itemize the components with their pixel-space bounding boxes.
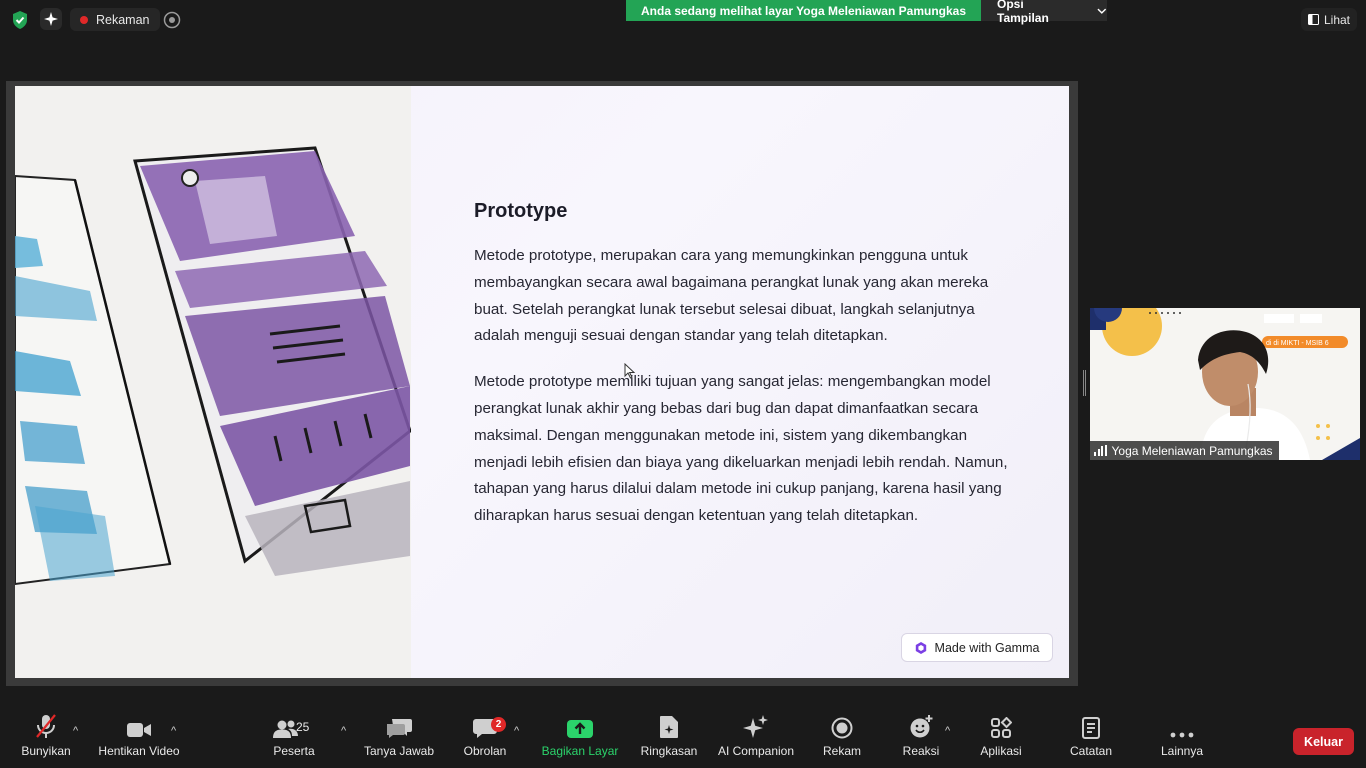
view-options-dropdown[interactable]: Opsi Tampilan [981,0,1107,25]
video-background-text: di di MIKTI - MSIB 6 [1266,340,1329,347]
view-options-label: Opsi Tampilan [997,0,1049,25]
summary-button[interactable]: Ringkasan [638,711,700,768]
reactions-smiley-icon [909,711,933,741]
panel-resize-handle[interactable] [1083,370,1086,396]
made-with-gamma-badge[interactable]: Made with Gamma [901,633,1053,662]
more-dots-icon [1170,711,1194,741]
notes-icon [1082,711,1100,741]
recording-label: Rekaman [96,12,150,27]
reactions-label: Reaksi [902,744,940,758]
audio-options-caret-icon[interactable]: ^ [73,725,78,737]
chat-unread-badge: 2 [491,717,506,732]
share-screen-label: Bagikan Layar [541,744,619,758]
leave-meeting-button[interactable]: Keluar [1293,728,1354,755]
slide-paragraph: Metode prototype, merupakan cara yang me… [474,247,989,345]
security-shield-icon[interactable] [10,10,30,30]
slide-title: Prototype [474,200,568,222]
ai-sparkle-icon[interactable] [40,8,62,30]
apps-label: Aplikasi [980,744,1022,758]
participant-name: Yoga Meleniawan Pamungkas [1111,443,1273,458]
chat-label: Obrolan [463,744,507,758]
reactions-options-caret-icon[interactable]: ^ [945,725,950,737]
view-label: Lihat [1323,12,1351,27]
recording-dot-icon [80,15,88,24]
share-screen-icon [567,711,593,741]
gamma-badge-label: Made with Gamma [934,640,1040,655]
view-button[interactable]: Lihat [1301,8,1357,31]
recording-indicator[interactable]: Rekaman [70,8,160,31]
video-camera-icon [126,711,152,741]
ai-companion-sparkle-icon [743,711,769,741]
shared-screen-slide: Prototype Metode prototype, merupakan ca… [15,86,1069,678]
unmute-label: Bunyikan [21,744,71,758]
participants-options-caret-icon[interactable]: ^ [341,725,346,737]
record-icon [831,711,853,741]
apps-icon [990,711,1012,741]
qa-button[interactable]: Tanya Jawab [363,711,435,768]
summary-document-icon [659,711,679,741]
participant-name-tag: Yoga Meleniawan Pamungkas [1090,441,1279,460]
stop-video-label: Hentikan Video [98,744,180,758]
viewing-screen-banner: Anda sedang melihat layar Yoga Meleniawa… [626,0,981,21]
qa-label: Tanya Jawab [363,744,435,758]
microphone-muted-icon [34,711,58,741]
participants-label: Peserta [273,744,315,758]
top-bar: Rekaman Anda sedang melihat layar Yoga M… [0,0,1366,40]
ai-companion-label: AI Companion [717,744,795,758]
gamma-logo-icon [915,641,926,654]
more-button[interactable]: Lainnya [1156,711,1208,768]
participants-button[interactable]: 25 Peserta [268,711,320,768]
stop-video-button[interactable]: Hentikan Video [96,711,182,768]
more-label: Lainnya [1160,744,1204,758]
wireframe-sketch-image [15,86,411,678]
participant-video-tile[interactable]: di di MIKTI - MSIB 6 Yoga Meleniawan Pam… [1090,308,1360,460]
summary-label: Ringkasan [640,744,698,758]
meeting-toolbar: Bunyikan ^ Hentikan Video ^ 25 Peserta ^… [0,711,1366,768]
camera-focus-icon[interactable] [163,11,181,29]
unmute-button[interactable]: Bunyikan [16,711,76,768]
slide-paragraph: Metode prototype memiliki tujuan yang sa… [474,373,1008,525]
apps-button[interactable]: Aplikasi [976,711,1026,768]
ai-companion-button[interactable]: AI Companion [712,711,800,768]
signal-strength-icon [1094,445,1107,456]
participants-icon: 25 [268,711,320,741]
chat-button[interactable]: 2 Obrolan [461,711,509,768]
slide-text-block: Prototype Metode prototype, merupakan ca… [474,200,1014,549]
record-button[interactable]: Rekam [818,711,866,768]
record-label: Rekam [822,744,861,758]
video-options-caret-icon[interactable]: ^ [171,725,176,737]
qa-icon [386,711,412,741]
participants-count: 25 [296,720,310,734]
share-screen-button[interactable]: Bagikan Layar [540,711,620,768]
mouse-cursor-icon [624,363,636,379]
chevron-down-icon [1097,8,1107,14]
participant-video-feed: di di MIKTI - MSIB 6 [1090,308,1360,460]
chat-options-caret-icon[interactable]: ^ [514,725,519,737]
notes-button[interactable]: Catatan [1066,711,1116,768]
layout-view-icon [1307,14,1319,25]
chat-icon: 2 [473,711,506,741]
notes-label: Catatan [1069,744,1113,758]
reactions-button[interactable]: Reaksi [898,711,944,768]
